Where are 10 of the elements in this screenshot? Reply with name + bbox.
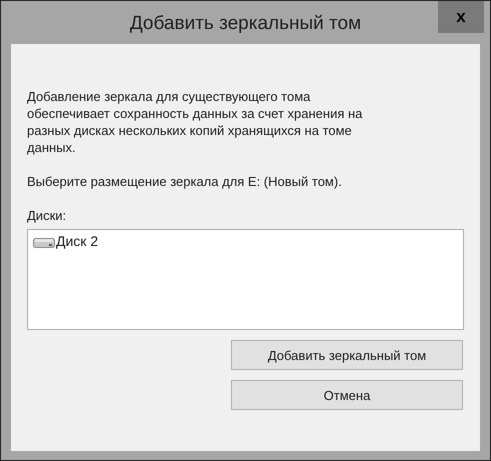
disk-list[interactable]: Диск 2 xyxy=(27,229,464,330)
close-button[interactable]: x xyxy=(438,1,484,33)
description-text: Добавление зеркала для существующего тома обеспечивает сохранность данных за счет хранения на разных дисках нескольких копий хранящихся на томе данных. xyxy=(27,88,364,156)
disks-label: Диски: xyxy=(27,207,68,224)
add-mirror-button[interactable]: Добавить зеркальный том xyxy=(231,340,463,370)
prompt-text: Выберите размещение зеркала для E: (Новый том). xyxy=(27,173,343,190)
window-title: Добавить зеркальный том xyxy=(130,12,362,36)
cancel-button[interactable]: Отмена xyxy=(231,380,463,410)
drive-icon xyxy=(33,236,55,248)
disk-item[interactable]: Диск 2 xyxy=(31,233,100,250)
